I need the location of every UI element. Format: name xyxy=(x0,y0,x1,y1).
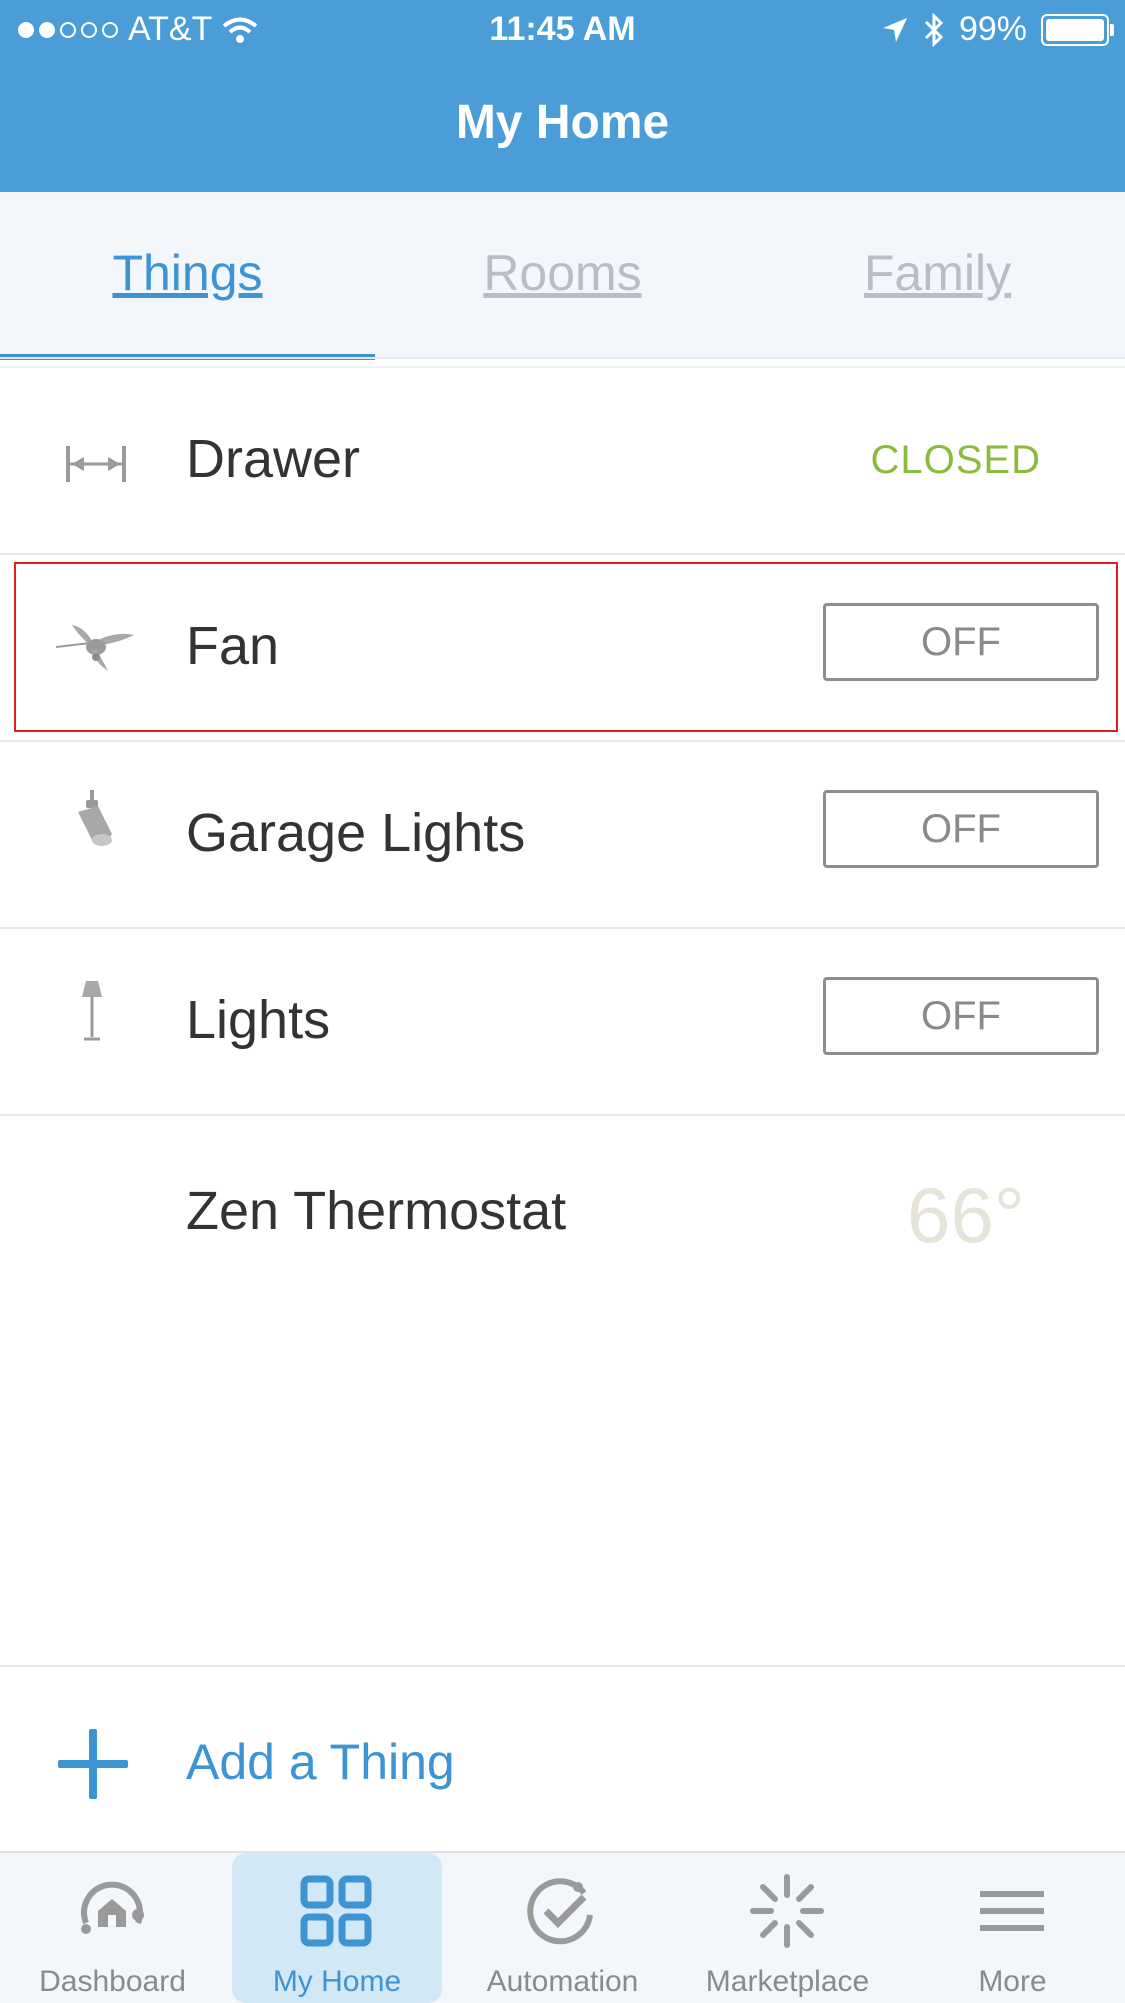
floor-lamp-icon xyxy=(82,981,102,1041)
thing-name: Lights xyxy=(186,990,331,1050)
tabbar-item-dashboard[interactable]: Dashboard xyxy=(0,1853,225,2003)
tabbar-item-more[interactable]: More xyxy=(900,1853,1125,2003)
page-title: My Home xyxy=(455,96,670,149)
tab-strip: Things Rooms Family xyxy=(0,192,1125,360)
tabbar-item-my-home[interactable]: My Home xyxy=(232,1853,442,2003)
menu-icon xyxy=(980,1891,1044,1931)
app-header: AT&T 11:45 AM 99% My Home xyxy=(0,0,1125,192)
tab-rooms[interactable]: Rooms xyxy=(375,244,750,302)
check-circle-icon xyxy=(527,1878,593,1945)
plus-icon xyxy=(58,1729,128,1799)
selection-highlight xyxy=(14,562,1118,732)
status-bar: AT&T 11:45 AM 99% xyxy=(0,0,1125,60)
thing-name: Zen Thermostat xyxy=(186,1181,567,1241)
thing-name: Garage Lights xyxy=(186,803,526,863)
thing-row-drawer[interactable]: Drawer CLOSED xyxy=(0,368,1125,555)
thing-row-garage-lights[interactable]: Garage Lights OFF xyxy=(0,742,1125,929)
battery-percent: 99% xyxy=(958,10,1027,48)
tabbar-item-marketplace[interactable]: Marketplace xyxy=(675,1853,900,2003)
add-thing-label: Add a Thing xyxy=(186,1734,455,1790)
thermostat-temperature: 66° xyxy=(907,1171,1025,1259)
sparkle-icon xyxy=(750,1874,824,1948)
grid-icon xyxy=(300,1875,372,1947)
lights-power-toggle[interactable]: OFF xyxy=(823,977,1099,1055)
battery-icon xyxy=(1041,13,1114,46)
tabbar-label: Marketplace xyxy=(705,1965,870,1998)
tabbar-label: Dashboard xyxy=(39,1965,186,1998)
tab-family[interactable]: Family xyxy=(750,244,1125,302)
tabbar-label: My Home xyxy=(272,1965,402,1998)
divider xyxy=(0,357,1125,359)
drawer-icon xyxy=(66,446,126,482)
tabbar-item-automation[interactable]: Automation xyxy=(450,1853,675,2003)
status-badge: CLOSED xyxy=(870,438,1041,482)
garage-lights-power-toggle[interactable]: OFF xyxy=(823,790,1099,868)
thing-row-lights[interactable]: Lights OFF xyxy=(0,929,1125,1116)
add-thing-button[interactable]: Add a Thing xyxy=(0,1667,1125,1851)
spotlight-icon xyxy=(78,790,112,846)
thing-name: Drawer xyxy=(186,429,361,489)
location-arrow-icon xyxy=(882,17,907,42)
tabbar-label: Automation xyxy=(486,1965,639,1998)
tab-things[interactable]: Things xyxy=(0,244,375,302)
tabbar-label: More xyxy=(978,1965,1047,1998)
thing-row-zen-thermostat[interactable]: Zen Thermostat 66° xyxy=(0,1116,1125,1316)
bluetooth-icon xyxy=(924,12,944,47)
dashboard-icon xyxy=(81,1881,144,1934)
bottom-tab-bar: Dashboard My Home Automation Marketplace… xyxy=(0,1851,1125,2003)
